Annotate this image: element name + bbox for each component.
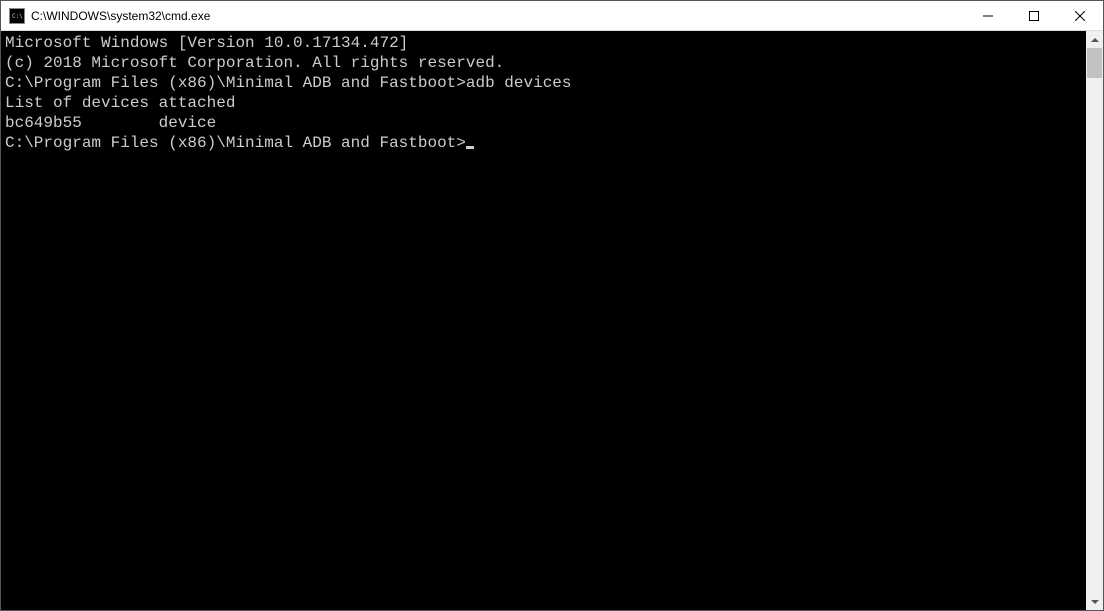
vertical-scrollbar[interactable] <box>1086 31 1103 610</box>
svg-text:C:\: C:\ <box>12 13 23 20</box>
scroll-down-arrow-icon[interactable] <box>1086 593 1103 610</box>
prompt-line-1: C:\Program Files (x86)\Minimal ADB and F… <box>5 73 1082 93</box>
copyright-line: (c) 2018 Microsoft Corporation. All righ… <box>5 53 1082 73</box>
scroll-up-arrow-icon[interactable] <box>1086 31 1103 48</box>
close-button[interactable] <box>1057 1 1103 30</box>
output-header: List of devices attached <box>5 93 1082 113</box>
cmd-window: C:\ C:\WINDOWS\system32\cmd.exe Microsof… <box>0 0 1104 611</box>
typed-command: adb devices <box>466 74 572 92</box>
version-line: Microsoft Windows [Version 10.0.17134.47… <box>5 33 1082 53</box>
scroll-thumb[interactable] <box>1087 48 1102 78</box>
titlebar[interactable]: C:\ C:\WINDOWS\system32\cmd.exe <box>1 1 1103 31</box>
cursor <box>466 146 474 149</box>
maximize-button[interactable] <box>1011 1 1057 30</box>
prompt-path: C:\Program Files (x86)\Minimal ADB and F… <box>5 74 466 92</box>
minimize-button[interactable] <box>965 1 1011 30</box>
prompt-path: C:\Program Files (x86)\Minimal ADB and F… <box>5 134 466 152</box>
window-body: Microsoft Windows [Version 10.0.17134.47… <box>1 31 1103 610</box>
window-controls <box>965 1 1103 30</box>
terminal-area[interactable]: Microsoft Windows [Version 10.0.17134.47… <box>1 31 1086 610</box>
cmd-icon: C:\ <box>9 8 25 24</box>
prompt-line-2: C:\Program Files (x86)\Minimal ADB and F… <box>5 133 1082 153</box>
window-title: C:\WINDOWS\system32\cmd.exe <box>31 9 965 23</box>
scroll-track[interactable] <box>1086 48 1103 593</box>
output-device-row: bc649b55 device <box>5 113 1082 133</box>
